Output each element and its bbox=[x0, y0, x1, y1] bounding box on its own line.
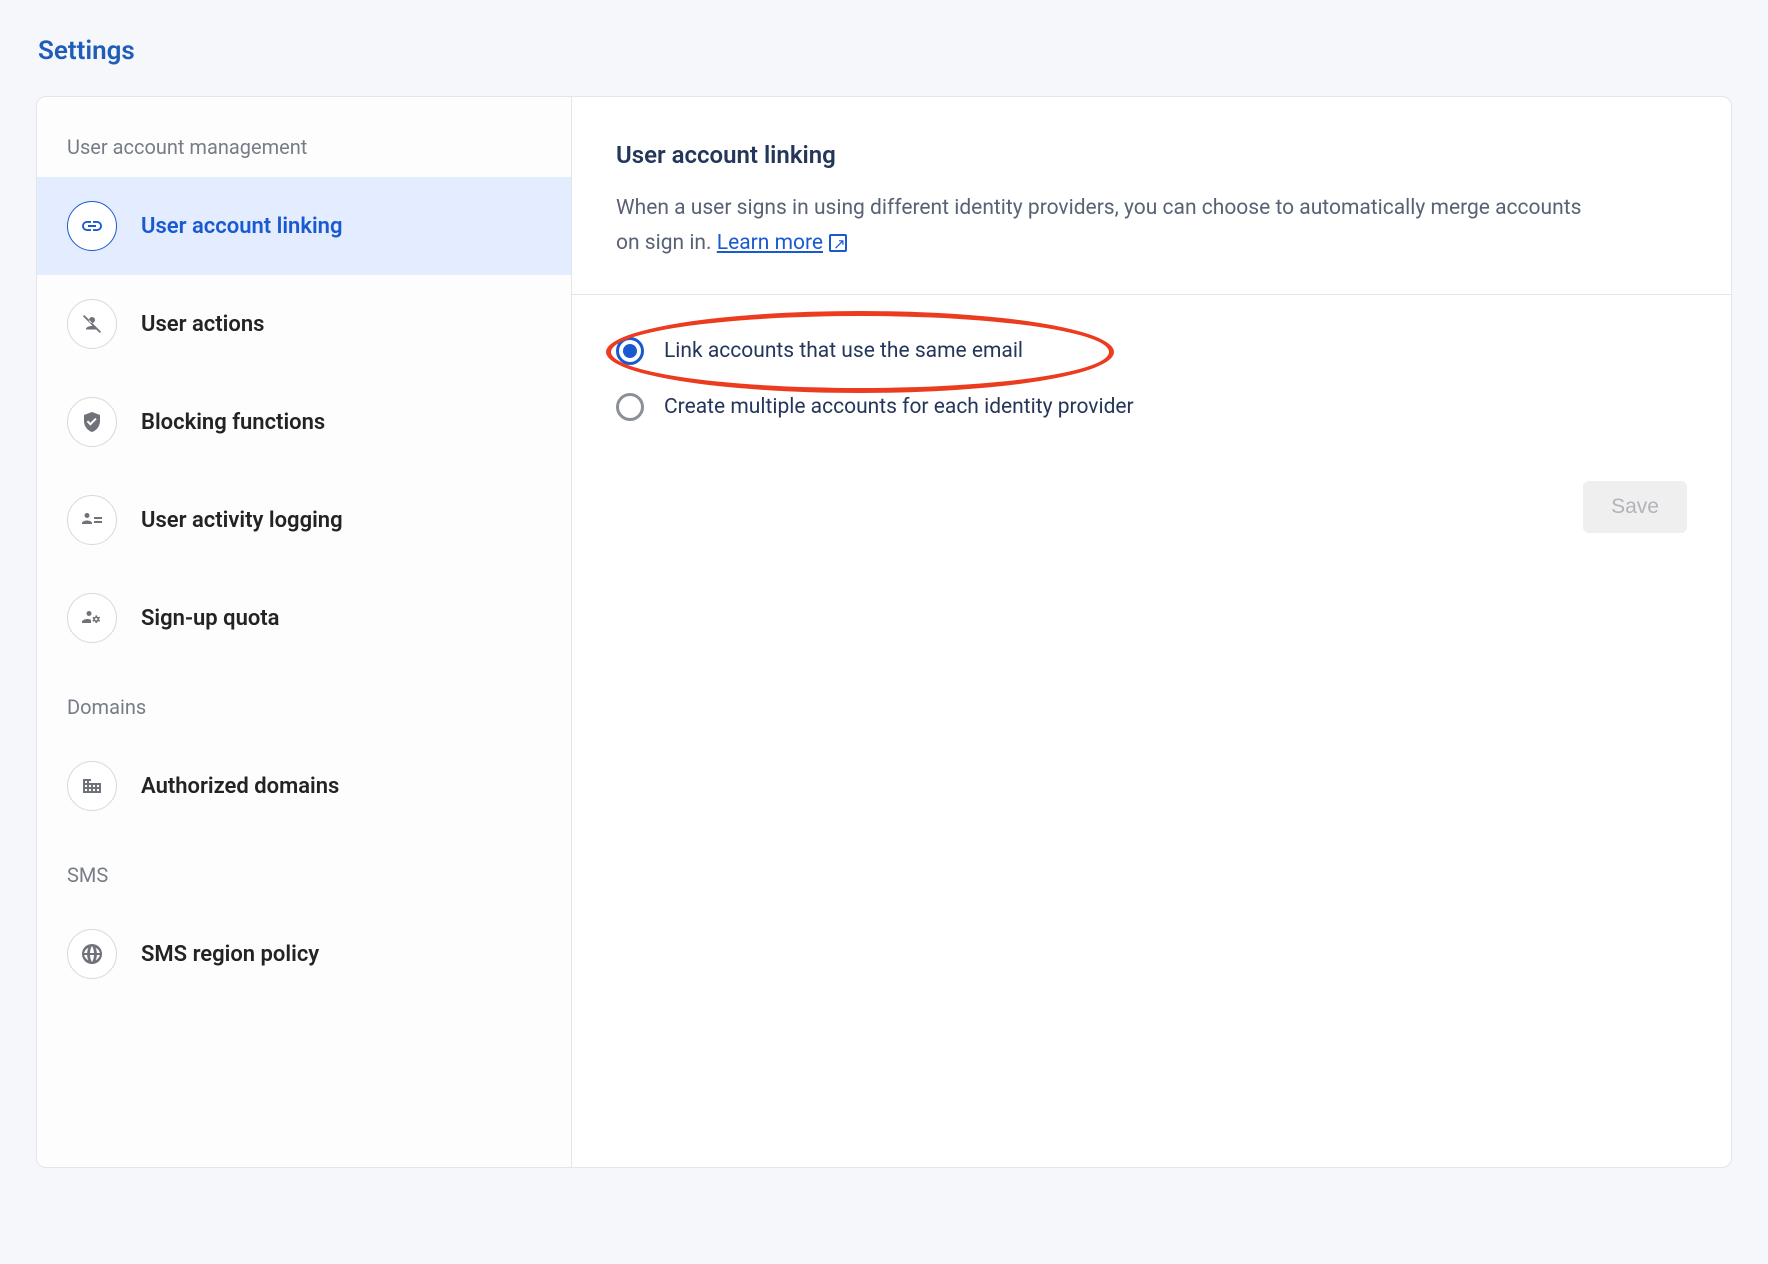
sidebar-section-header-domains: Domains bbox=[37, 681, 571, 737]
save-button[interactable]: Save bbox=[1583, 481, 1687, 533]
shield-check-icon bbox=[67, 397, 117, 447]
radio-options: Link accounts that use the same email Cr… bbox=[616, 323, 1687, 435]
sidebar-section-header-sms: SMS bbox=[37, 849, 571, 905]
sidebar-item-label: Authorized domains bbox=[141, 774, 339, 799]
content-area: User account linking When a user signs i… bbox=[572, 97, 1731, 1167]
divider bbox=[572, 294, 1731, 295]
content-description: When a user signs in using different ide… bbox=[616, 191, 1596, 260]
globe-icon bbox=[67, 929, 117, 979]
radio-input[interactable] bbox=[616, 393, 644, 421]
learn-more-link[interactable]: Learn more bbox=[717, 226, 847, 261]
radio-label: Create multiple accounts for each identi… bbox=[664, 395, 1134, 419]
sidebar-item-user-account-linking[interactable]: User account linking bbox=[37, 177, 571, 275]
sidebar-item-sign-up-quota[interactable]: Sign-up quota bbox=[37, 569, 571, 667]
settings-panel: User account management User account lin… bbox=[36, 96, 1732, 1168]
sidebar-item-blocking-functions[interactable]: Blocking functions bbox=[37, 373, 571, 471]
sidebar-item-authorized-domains[interactable]: Authorized domains bbox=[37, 737, 571, 835]
radio-label: Link accounts that use the same email bbox=[664, 339, 1023, 363]
user-gear-icon bbox=[67, 593, 117, 643]
sidebar-section-header-account: User account management bbox=[37, 121, 571, 177]
sidebar-item-label: User actions bbox=[141, 312, 264, 337]
sidebar-item-label: User activity logging bbox=[141, 508, 343, 533]
sidebar-item-label: Blocking functions bbox=[141, 410, 325, 435]
sidebar-item-label: SMS region policy bbox=[141, 942, 319, 967]
user-off-icon bbox=[67, 299, 117, 349]
sidebar-item-label: Sign-up quota bbox=[141, 606, 280, 631]
radio-option-link-accounts[interactable]: Link accounts that use the same email bbox=[616, 323, 1687, 379]
save-row: Save bbox=[616, 481, 1687, 533]
user-list-icon bbox=[67, 495, 117, 545]
learn-more-label: Learn more bbox=[717, 226, 823, 261]
sidebar-item-user-actions[interactable]: User actions bbox=[37, 275, 571, 373]
radio-input[interactable] bbox=[616, 337, 644, 365]
sidebar: User account management User account lin… bbox=[37, 97, 572, 1167]
sidebar-item-user-activity-logging[interactable]: User activity logging bbox=[37, 471, 571, 569]
sidebar-item-label: User account linking bbox=[141, 214, 342, 239]
radio-option-multiple-accounts[interactable]: Create multiple accounts for each identi… bbox=[616, 379, 1687, 435]
content-title: User account linking bbox=[616, 141, 1687, 169]
page-title: Settings bbox=[38, 36, 1732, 66]
link-icon bbox=[67, 201, 117, 251]
external-link-icon bbox=[829, 234, 847, 252]
sidebar-item-sms-region-policy[interactable]: SMS region policy bbox=[37, 905, 571, 1003]
domain-icon bbox=[67, 761, 117, 811]
